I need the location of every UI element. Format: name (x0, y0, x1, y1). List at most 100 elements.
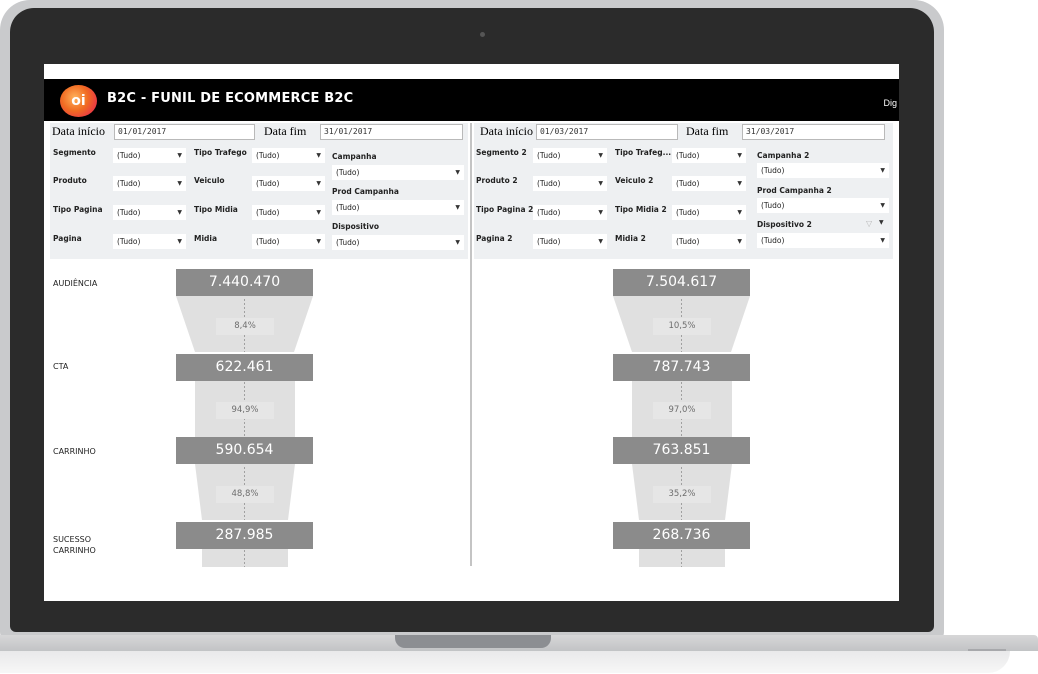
base-notch (395, 635, 551, 648)
funnel-right-rate-2: 97,0% (653, 402, 711, 419)
segmento-dropdown[interactable]: (Tudo) ▼ (113, 148, 186, 163)
dashboard-title: B2C - FUNIL DE ECOMMERCE B2C (107, 91, 354, 106)
oi-logo: oi (60, 85, 97, 117)
date-end-2-input[interactable]: 31/03/2017 (742, 124, 885, 140)
stage-label-cta: CTA (53, 362, 69, 371)
filter-panel-left: Data início 01/01/2017 Data fim 31/01/20… (50, 123, 468, 259)
filter-icon[interactable]: ▽ (866, 219, 872, 228)
prod-campanha-2-dropdown[interactable]: (Tudo) ▼ (757, 198, 889, 213)
date-end-2-label: Data fim (686, 124, 729, 138)
camera-icon (480, 32, 485, 37)
campanha-label: Campanha (332, 152, 377, 161)
caret-down-icon: ▼ (316, 152, 321, 159)
funnel-right-value-cta: 787.743 (613, 354, 750, 381)
dispositivo-dropdown[interactable]: (Tudo) ▼ (332, 235, 464, 250)
midia-dropdown[interactable]: (Tudo) ▼ (252, 234, 325, 249)
veiculo-label: Veiculo (194, 176, 225, 185)
prod-campanha-2-label: Prod Campanha 2 (757, 186, 832, 195)
tipo-midia-2-label: Tipo Midia 2 (615, 205, 667, 214)
pagina-label: Pagina (53, 234, 82, 243)
stage-label-audiencia: AUDIÊNCIA (53, 279, 98, 288)
funnel-left-value-carrinho: 590.654 (176, 437, 313, 464)
caret-down-icon: ▼ (316, 238, 321, 245)
header-corner-text: Dig (883, 98, 897, 108)
produto-2-dropdown[interactable]: (Tudo) ▼ (533, 176, 607, 191)
tipo-midia-2-dropdown[interactable]: (Tudo) ▼ (672, 205, 746, 220)
header-bar: oi B2C - FUNIL DE ECOMMERCE B2C Dig (44, 79, 899, 121)
tipo-pagina-2-label: Tipo Pagina 2 (476, 205, 534, 214)
veiculo-2-dropdown[interactable]: (Tudo) ▼ (672, 176, 746, 191)
caret-down-icon: ▼ (177, 152, 182, 159)
veiculo-2-label: Veiculo 2 (615, 176, 654, 185)
funnel-left-value-sucesso: 287.985 (176, 522, 313, 549)
caret-down-icon: ▼ (177, 180, 182, 187)
caret-down-icon: ▼ (455, 169, 460, 176)
prod-campanha-dropdown[interactable]: (Tudo) ▼ (332, 200, 464, 215)
caret-down-icon: ▼ (177, 238, 182, 245)
date-start-2-input[interactable]: 01/03/2017 (536, 124, 678, 140)
funnel-left-value-audiencia: 7.440.470 (176, 269, 313, 296)
funnel-right-value-audiencia: 7.504.617 (613, 269, 750, 296)
funnel-left-rate-1: 8,4% (216, 318, 274, 335)
caret-down-icon: ▼ (455, 239, 460, 246)
produto-label: Produto (53, 176, 87, 185)
prod-campanha-label: Prod Campanha (332, 187, 399, 196)
tipo-trafego-label: Tipo Trafego (194, 148, 247, 157)
funnel-left-rate-2: 94,9% (216, 402, 274, 419)
campanha-2-label: Campanha 2 (757, 151, 810, 160)
caret-down-icon: ▼ (880, 237, 885, 244)
midia-2-dropdown[interactable]: (Tudo) ▼ (672, 234, 746, 249)
campanha-dropdown[interactable]: (Tudo) ▼ (332, 165, 464, 180)
date-start-label: Data início (52, 124, 105, 138)
dispositivo-2-dropdown[interactable]: (Tudo) ▼ (757, 233, 889, 248)
tipo-pagina-2-dropdown[interactable]: (Tudo) ▼ (533, 205, 607, 220)
dashboard-screen: oi B2C - FUNIL DE ECOMMERCE B2C Dig Data… (44, 64, 899, 601)
caret-down-icon: ▼ (880, 167, 885, 174)
tipo-trafego-2-dropdown[interactable]: (Tudo) ▼ (672, 148, 746, 163)
tipo-pagina-dropdown[interactable]: (Tudo) ▼ (113, 205, 186, 220)
caret-down-icon: ▼ (598, 209, 603, 216)
pagina-2-label: Pagina 2 (476, 234, 513, 243)
segmento-label: Segmento (53, 148, 96, 157)
funnel-right-value-sucesso: 268.736 (613, 522, 750, 549)
segmento-2-dropdown[interactable]: (Tudo) ▼ (533, 148, 607, 163)
date-start-input[interactable]: 01/01/2017 (114, 124, 255, 140)
stage-label-carrinho: CARRINHO (53, 447, 96, 456)
produto-2-label: Produto 2 (476, 176, 518, 185)
caret-down-icon: ▼ (598, 238, 603, 245)
caret-down-icon: ▼ (316, 209, 321, 216)
tipo-trafego-dropdown[interactable]: (Tudo) ▼ (252, 148, 325, 163)
caret-down-icon: ▼ (880, 202, 885, 209)
caret-down-icon: ▼ (737, 238, 742, 245)
pagina-dropdown[interactable]: (Tudo) ▼ (113, 234, 186, 249)
date-start-2-label: Data início (480, 124, 533, 138)
caret-down-icon[interactable]: ▼ (879, 219, 884, 226)
date-end-label: Data fim (264, 124, 307, 138)
campanha-2-dropdown[interactable]: (Tudo) ▼ (757, 163, 889, 178)
funnel-right-rate-1: 10,5% (653, 318, 711, 335)
caret-down-icon: ▼ (598, 180, 603, 187)
veiculo-dropdown[interactable]: (Tudo) ▼ (252, 176, 325, 191)
caret-down-icon: ▼ (737, 180, 742, 187)
tipo-midia-label: Tipo Midia (194, 205, 238, 214)
funnel-left-value-cta: 622.461 (176, 354, 313, 381)
funnel-left-rate-3: 48,8% (216, 486, 274, 503)
segmento-2-label: Segmento 2 (476, 148, 527, 157)
tipo-pagina-label: Tipo Pagina (53, 205, 103, 214)
dispositivo-label: Dispositivo (332, 222, 380, 231)
pagina-2-dropdown[interactable]: (Tudo) ▼ (533, 234, 607, 249)
stage-label-sucesso-carrinho: SUCESSO CARRINHO (53, 535, 96, 555)
midia-label: Midia (194, 234, 218, 243)
caret-down-icon: ▼ (598, 152, 603, 159)
panel-divider (470, 123, 472, 566)
midia-2-label: Midia 2 (615, 234, 646, 243)
produto-dropdown[interactable]: (Tudo) ▼ (113, 176, 186, 191)
tipo-trafego-2-label: Tipo Trafeg... (615, 148, 672, 157)
date-end-input[interactable]: 31/01/2017 (320, 124, 463, 140)
caret-down-icon: ▼ (177, 209, 182, 216)
caret-down-icon: ▼ (455, 204, 460, 211)
caret-down-icon: ▼ (737, 209, 742, 216)
laptop-base (0, 635, 1038, 674)
tipo-midia-dropdown[interactable]: (Tudo) ▼ (252, 205, 325, 220)
caret-down-icon: ▼ (316, 180, 321, 187)
